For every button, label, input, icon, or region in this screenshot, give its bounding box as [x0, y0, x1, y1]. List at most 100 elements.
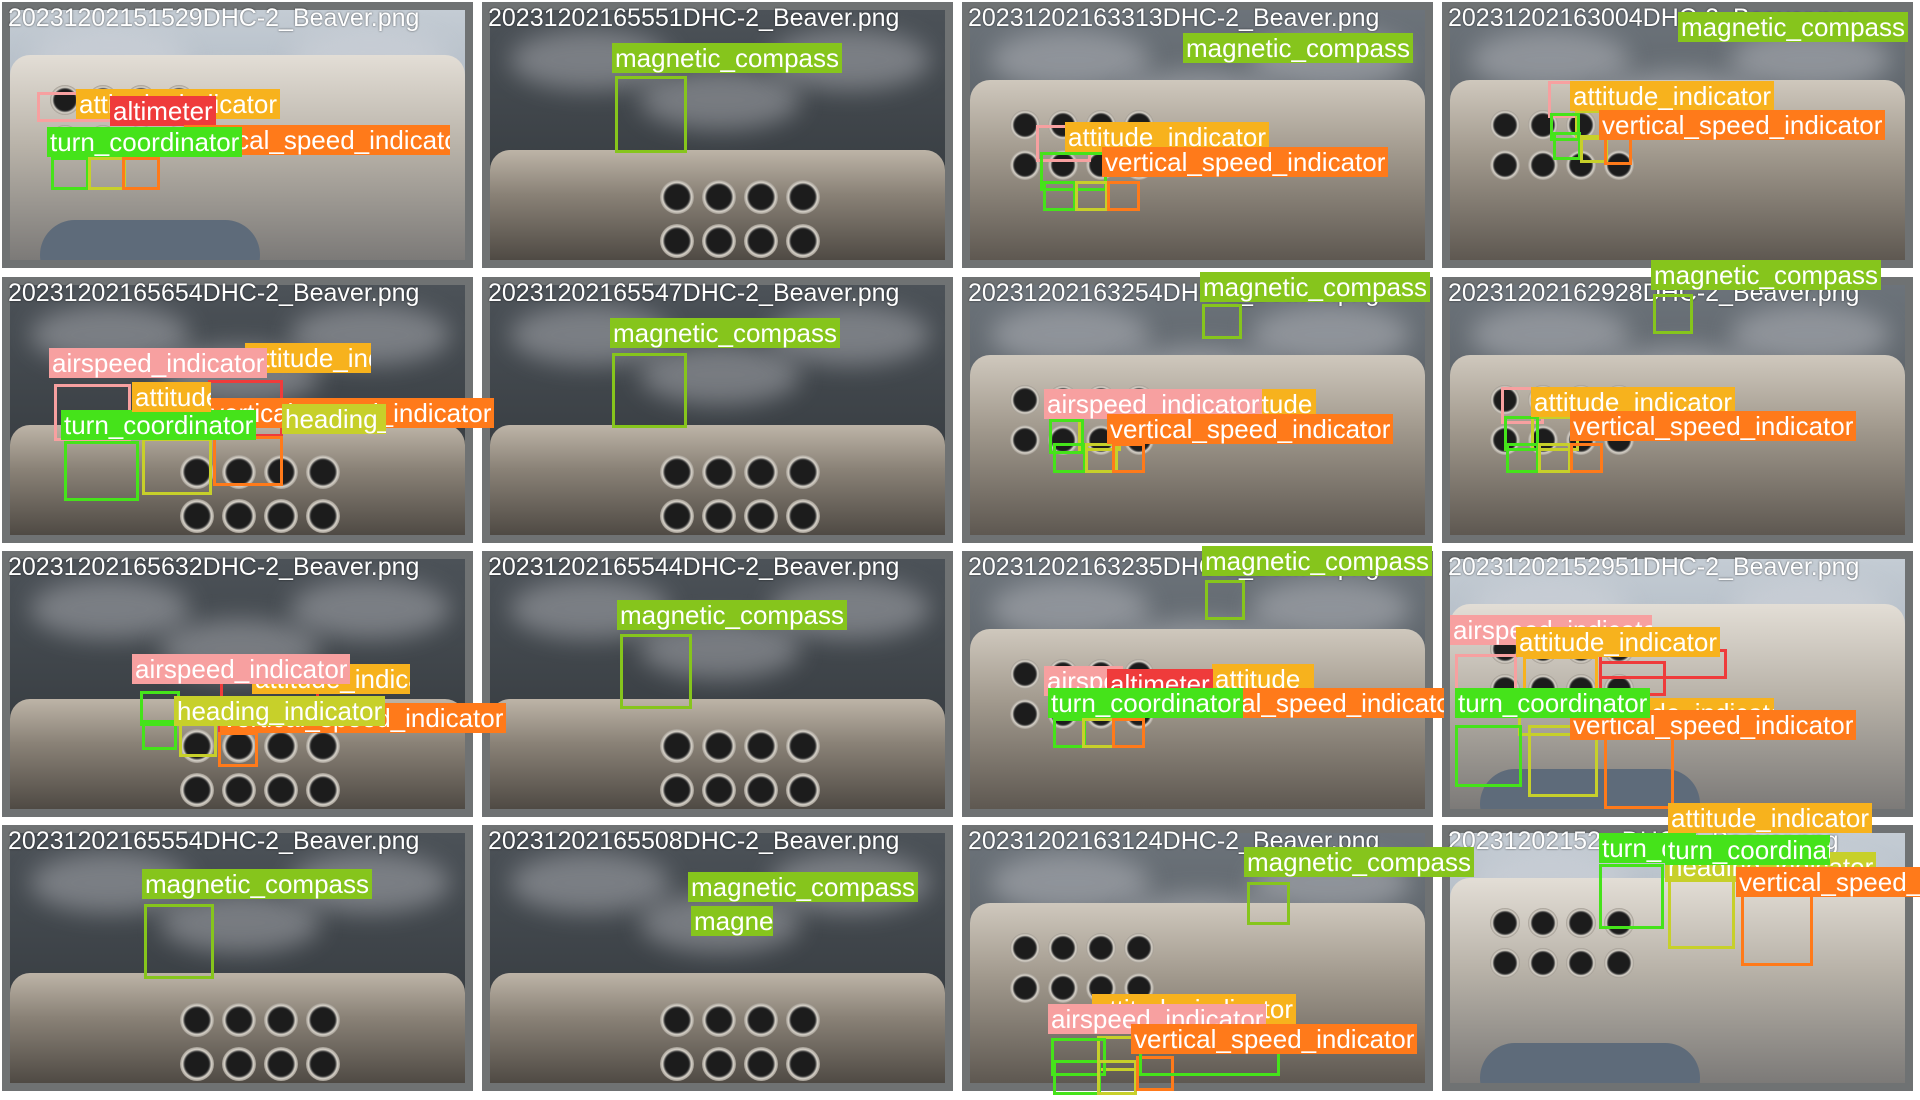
gauge-dial	[222, 1003, 256, 1037]
detection-label-attitude-indicator: attitude_indicator	[132, 382, 211, 412]
gauge-dial	[264, 1047, 298, 1081]
cockpit-photo	[490, 833, 945, 1083]
gauge-dial	[702, 1047, 736, 1081]
image-filename: 20231202151529DHC-2_Beaver.png	[8, 4, 420, 32]
detection-label-turn-coordinator: turn_coordinator	[1455, 688, 1651, 718]
control-yoke	[40, 220, 260, 260]
detection-label-heading-indicator: heading_indicator	[282, 404, 386, 434]
gauge-dial	[786, 1003, 820, 1037]
detection-label-magnetic-compass: magnetic_compass	[1651, 260, 1881, 290]
bounding-box-heading-indicator	[142, 438, 212, 495]
bounding-box-heading-indicator	[1075, 181, 1108, 211]
image-tile: 20231202165544DHC-2_Beaver.png	[482, 551, 953, 817]
detection-label-airspeed-indicator: airspeed_indicator	[49, 348, 268, 378]
gauge-dial	[660, 455, 694, 489]
bounding-box-turn-coordinator	[142, 720, 177, 750]
gauge-dial	[702, 455, 736, 489]
gauge-dial	[180, 499, 214, 533]
bounding-box-heading-indicator	[1082, 718, 1115, 748]
cloud-shape	[290, 579, 450, 639]
gauge-dial	[744, 1047, 778, 1081]
bounding-box-vertical-speed-indicator	[218, 732, 258, 767]
gauge-dial	[1490, 908, 1520, 938]
cockpit-photo	[490, 559, 945, 809]
detection-label-magnetic-compass: magnetic_compass	[1200, 272, 1430, 302]
bounding-box-heading-indicator	[88, 157, 126, 190]
image-filename: 20231202165632DHC-2_Beaver.png	[8, 553, 420, 581]
cloud-shape	[30, 579, 190, 639]
bounding-box-magnetic-compass	[1653, 294, 1693, 334]
bounding-box-vertical-speed-indicator	[1604, 732, 1674, 809]
bounding-box-turn-coordinator	[1506, 443, 1539, 473]
gauge-dial	[660, 1003, 694, 1037]
cloud-shape	[510, 853, 670, 913]
detection-label-altimeter: altimeter	[110, 96, 216, 126]
gauge-dial	[744, 499, 778, 533]
bounding-box-vertical-speed-indicator	[1112, 718, 1145, 748]
bounding-box-heading-indicator	[1668, 872, 1735, 949]
bounding-box-magnetic-compass	[144, 904, 214, 979]
detection-label-turn-coordinator: turn_coordinator	[1048, 688, 1244, 718]
detection-mosaic: 20231202151529DHC-2_Beaver.png 2023120216…	[0, 0, 1920, 1100]
gauge-dial	[180, 1003, 214, 1037]
image-filename: 20231202163313DHC-2_Beaver.png	[968, 4, 1380, 32]
gauge-dial	[744, 455, 778, 489]
bounding-box-vertical-speed-indicator	[1604, 137, 1632, 165]
gauge-dial	[1010, 425, 1040, 455]
image-filename: 20231202165508DHC-2_Beaver.png	[488, 827, 900, 855]
detection-label-magnetic-compass: magnetic_compass	[617, 600, 847, 630]
gauge-dial	[1566, 908, 1596, 938]
gauge-dial	[264, 1003, 298, 1037]
detection-label-attitude-indicator: attitude_indicator	[1570, 81, 1775, 111]
bounding-box-magnetic-compass	[1205, 580, 1245, 620]
gauge-dial	[306, 729, 340, 763]
bounding-box-turn-coordinator	[1553, 132, 1581, 160]
gauge-dial	[702, 729, 736, 763]
bounding-box-magnetic-compass	[1247, 882, 1290, 925]
gauge-dial	[744, 180, 778, 214]
gauge-dial	[264, 773, 298, 807]
gauge-dial	[744, 224, 778, 258]
gauge-dial	[744, 1003, 778, 1037]
bounding-box-turn-coordinator	[51, 157, 89, 190]
image-filename: 20231202165544DHC-2_Beaver.png	[488, 553, 900, 581]
image-tile: 20231202165547DHC-2_Beaver.png	[482, 277, 953, 543]
detection-label-heading-indicator: heading_indicator	[174, 696, 386, 726]
bounding-box-turn-coordinator	[1455, 725, 1522, 787]
gauge-dial	[660, 499, 694, 533]
gauge-dial	[744, 773, 778, 807]
gauge-dial	[306, 455, 340, 489]
bounding-box-magnetic-compass	[1202, 304, 1242, 339]
gauge-dial	[660, 224, 694, 258]
gauge-dial	[180, 773, 214, 807]
gauge-dial	[1010, 659, 1040, 689]
bounding-box-vertical-speed-indicator	[1112, 443, 1145, 473]
gauge-dial	[660, 1047, 694, 1081]
bounding-box-heading-indicator	[1097, 1060, 1137, 1095]
bounding-box-heading-indicator	[1538, 443, 1571, 473]
gauge-dial	[660, 729, 694, 763]
gauge-dial	[306, 499, 340, 533]
detection-label-magnetic-compass: magnetic_compass	[142, 869, 372, 899]
gauge-dial	[660, 773, 694, 807]
bounding-box-heading-indicator	[179, 722, 217, 757]
image-filename: 20231202165654DHC-2_Beaver.png	[8, 279, 420, 307]
bounding-box-magnetic-compass	[620, 634, 692, 709]
bounding-box-vertical-speed-indicator	[1107, 181, 1140, 211]
image-tile: 20231202165554DHC-2_Beaver.png	[2, 825, 473, 1091]
gauge-dial	[702, 224, 736, 258]
detection-label-magnetic-compass: magnetic_compass	[610, 318, 840, 348]
bounding-box-turn-coordinator	[1043, 181, 1076, 211]
gauge-dial	[786, 773, 820, 807]
detection-label-attitude-indicator: attitude_indicator	[1668, 803, 1873, 833]
detection-label-airspeed-indicator: airspeed_indicator	[132, 654, 351, 684]
bounding-box-vertical-speed-indicator	[122, 157, 160, 190]
detection-label-turn-coordinator: turn_coordinator	[47, 127, 243, 157]
control-yoke	[1480, 1043, 1700, 1083]
gauge-dial	[264, 499, 298, 533]
gauge-dial	[786, 455, 820, 489]
detection-label-magnetic-compass: magnetic_compass	[612, 43, 842, 73]
gauge-dial	[1566, 948, 1596, 978]
bounding-box-vertical-speed-indicator	[1570, 443, 1603, 473]
gauge-dial	[1010, 699, 1040, 729]
